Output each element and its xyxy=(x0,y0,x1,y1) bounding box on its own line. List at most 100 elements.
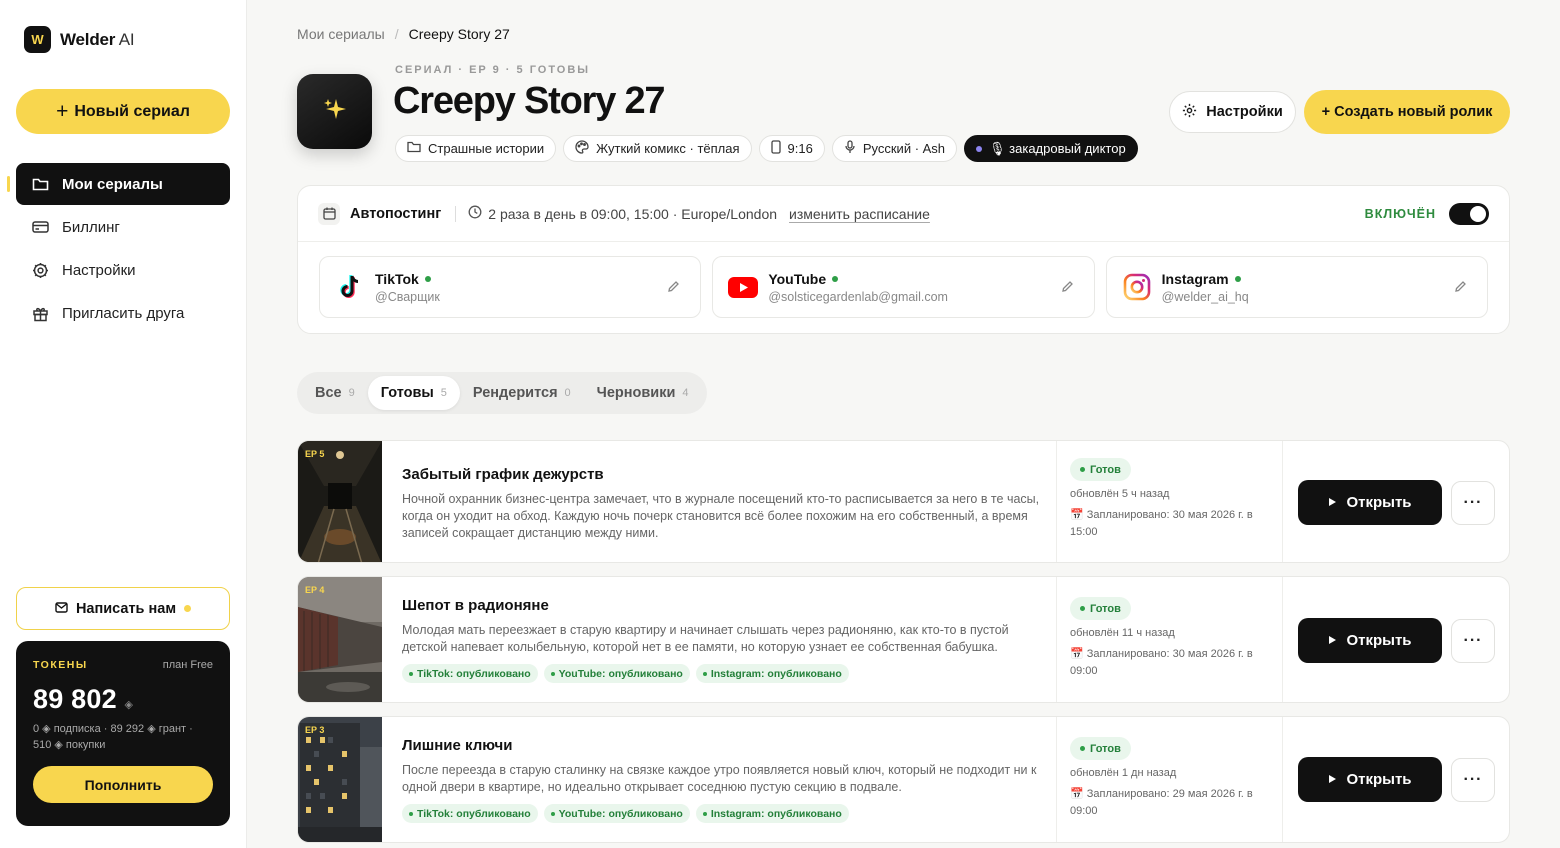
autoposting-schedule: 2 раза в день в 09:00, 15:00 · Europe/Lo… xyxy=(468,205,777,222)
open-episode-button[interactable]: Открыть xyxy=(1298,618,1442,663)
create-video-button[interactable]: + Создать новый ролик xyxy=(1304,90,1510,134)
episode-description: Молодая мать переезжает в старую квартир… xyxy=(402,623,1009,654)
contact-us-button[interactable]: Написать нам xyxy=(16,587,230,630)
status-badge: Готов xyxy=(1070,458,1131,481)
series-meta: СЕРИАЛ · EP 9 · 5 ГОТОВЫ xyxy=(395,64,591,76)
publish-tag-youtube: YouTube: опубликовано xyxy=(543,664,690,683)
sidebar-item-label: Настройки xyxy=(62,262,136,280)
episode-row: EP 5 Забытый график дежурств Ночной охра… xyxy=(297,440,1510,563)
chip-voice[interactable]: Русский · Ash xyxy=(831,135,958,162)
change-schedule-link[interactable]: изменить расписание xyxy=(789,206,930,222)
account-platform: YouTube xyxy=(768,270,827,287)
account-platform: Instagram xyxy=(1161,270,1229,287)
chip-aspect-ratio[interactable]: 9:16 xyxy=(758,135,825,162)
gear-icon xyxy=(1182,103,1197,122)
sidebar-item-my-series[interactable]: Мои сериалы xyxy=(16,163,230,205)
tokens-label: ТОКЕНЫ xyxy=(33,659,88,671)
play-icon xyxy=(1328,771,1337,788)
sidebar-item-invite[interactable]: Пригласить друга xyxy=(16,293,230,335)
new-series-button[interactable]: + Новый сериал xyxy=(16,89,230,134)
open-episode-button[interactable]: Открыть xyxy=(1298,757,1442,802)
breadcrumb-parent[interactable]: Мои сериалы xyxy=(297,26,385,42)
episode-updated: обновлён 1 дн назад xyxy=(1070,767,1177,779)
episode-title[interactable]: Шепот в радионяне xyxy=(402,597,1049,614)
clock-icon xyxy=(468,205,482,222)
tab-ready[interactable]: Готовы 5 xyxy=(367,376,460,410)
card-icon xyxy=(31,218,49,236)
episode-scheduled: 📅 Запланировано: 30 мая 2026 г. в 09:00 xyxy=(1070,648,1253,677)
play-icon xyxy=(1328,494,1337,511)
token-diamond-icon: ◈ xyxy=(124,699,134,711)
page-title: Creepy Story 27 xyxy=(393,80,666,122)
tab-rendering[interactable]: Рендерится 0 xyxy=(460,376,584,410)
status-badge: Готов xyxy=(1070,597,1131,620)
autoposting-panel: Автопостинг 2 раза в день в 09:00, 15:00… xyxy=(297,185,1510,334)
logo[interactable]: W Welder AI xyxy=(24,26,135,53)
breadcrumb-current: Creepy Story 27 xyxy=(408,26,510,42)
plan-label: план Free xyxy=(162,659,213,671)
chip-narrator[interactable]: 🎙 закадровый диктор xyxy=(964,135,1138,162)
episode-row: EP 3 Лишние ключи После переезда в стару… xyxy=(297,716,1510,843)
more-options-button[interactable]: ··· xyxy=(1451,481,1495,525)
connected-dot xyxy=(1234,275,1241,282)
more-options-button[interactable]: ··· xyxy=(1451,758,1495,802)
account-card-instagram[interactable]: Instagram @welder_ai_hq xyxy=(1105,256,1488,318)
chip-category[interactable]: Страшные истории xyxy=(395,135,557,162)
episode-thumbnail[interactable]: EP 4 xyxy=(298,577,382,702)
top-up-button[interactable]: Пополнить xyxy=(33,766,213,803)
publish-tag-tiktok: TikTok: опубликовано xyxy=(402,804,538,823)
episode-title[interactable]: Лишние ключи xyxy=(402,737,1049,754)
mic-icon xyxy=(844,140,856,157)
episode-scheduled: 📅 Запланировано: 29 мая 2026 г. в 09:00 xyxy=(1070,788,1253,817)
divider xyxy=(455,205,457,222)
chip-style[interactable]: Жуткий комикс · тёплая xyxy=(563,135,752,162)
connected-dot xyxy=(424,275,431,282)
logo-mark: W xyxy=(24,26,51,53)
open-episode-button[interactable]: Открыть xyxy=(1298,480,1442,525)
ellipsis-icon: ··· xyxy=(1463,771,1483,788)
episode-row: EP 4 Шепот в радионяне Молодая мать пере… xyxy=(297,576,1510,703)
dot-icon xyxy=(976,145,983,152)
autoposting-toggle[interactable] xyxy=(1449,202,1489,225)
breadcrumb: Мои сериалы / Creepy Story 27 xyxy=(297,26,510,42)
episode-number-badge: EP 4 xyxy=(305,585,325,595)
publish-tags: TikTok: опубликовано YouTube: опубликова… xyxy=(402,804,1049,823)
sidebar-item-billing[interactable]: Биллинг xyxy=(16,206,230,248)
tab-all[interactable]: Все 9 xyxy=(302,376,368,410)
account-platform: TikTok xyxy=(375,270,419,287)
series-chips: Страшные истории Жуткий комикс · тёплая … xyxy=(395,135,1138,162)
episode-thumbnail[interactable]: EP 3 xyxy=(298,717,382,842)
publish-tag-tiktok: TikTok: опубликовано xyxy=(402,664,538,683)
tab-drafts[interactable]: Черновики 4 xyxy=(584,376,702,410)
folder-icon xyxy=(31,175,49,193)
episode-info: Лишние ключи После переезда в старую ста… xyxy=(402,737,1049,823)
active-nav-indicator xyxy=(7,176,10,192)
gift-icon xyxy=(31,305,49,323)
account-handle: @welder_ai_hq xyxy=(1161,289,1249,304)
play-icon xyxy=(1328,632,1337,649)
tokens-value: 89 802 ◈ xyxy=(33,684,134,714)
pencil-icon[interactable] xyxy=(1061,280,1074,298)
pencil-icon[interactable] xyxy=(667,280,680,298)
connected-dot xyxy=(832,275,839,282)
series-settings-button[interactable]: Настройки xyxy=(1169,91,1296,133)
episode-title[interactable]: Забытый график дежурств xyxy=(402,466,1049,483)
episode-filter-tabs: Все 9 Готовы 5 Рендерится 0 Черновики 4 xyxy=(297,372,707,414)
sidebar-item-settings[interactable]: Настройки xyxy=(16,250,230,292)
publish-tags: TikTok: опубликовано YouTube: опубликова… xyxy=(402,664,1049,683)
account-card-youtube[interactable]: YouTube @solsticegardenlab@gmail.com xyxy=(712,256,1095,318)
episode-thumbnail[interactable]: EP 5 xyxy=(298,441,382,562)
more-options-button[interactable]: ··· xyxy=(1451,619,1495,663)
notification-dot xyxy=(184,605,192,612)
sidebar: W Welder AI + Новый сериал Мои сериалы Б… xyxy=(0,0,247,848)
account-card-tiktok[interactable]: TikTok @Сварщик xyxy=(319,256,702,318)
connected-accounts: TikTok @Сварщик YouTube @solsticegardenl… xyxy=(298,242,1509,318)
publish-tag-instagram: Instagram: опубликовано xyxy=(695,804,849,823)
contact-us-label: Написать нам xyxy=(75,600,177,617)
logo-text: Welder AI xyxy=(60,29,135,49)
episode-status-column: Готов обновлён 5 ч назад 📅 Запланировано… xyxy=(1056,441,1283,562)
account-handle: @Сварщик xyxy=(375,289,440,304)
pencil-icon[interactable] xyxy=(1454,280,1467,298)
episode-description: После переезда в старую сталинку на связ… xyxy=(402,763,1037,794)
sparkle-icon xyxy=(322,96,348,127)
